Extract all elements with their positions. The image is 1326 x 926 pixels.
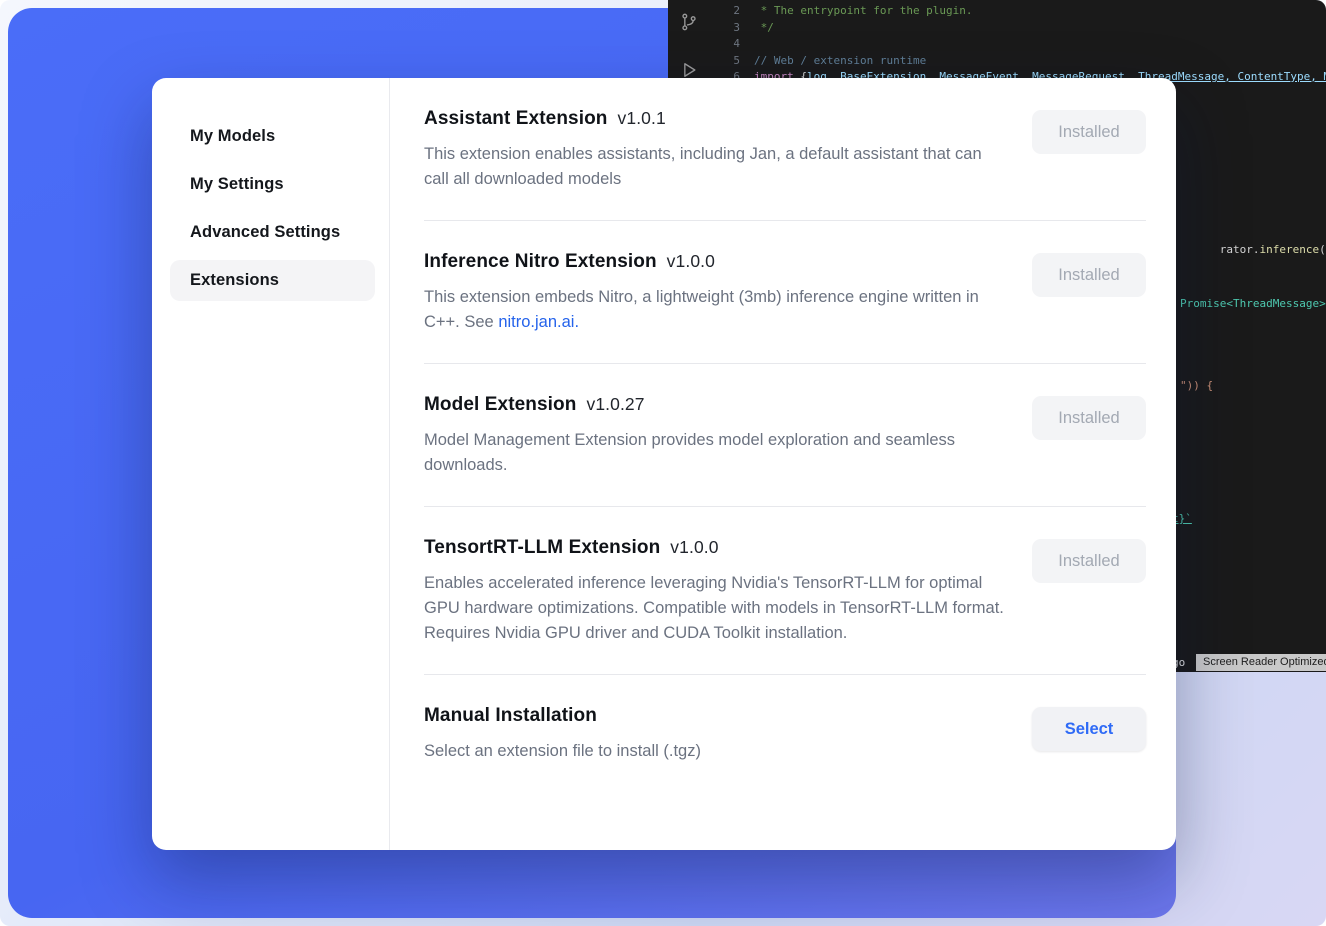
installed-button[interactable]: Installed (1032, 253, 1146, 297)
code-text: // Web / extension runtime (754, 53, 926, 70)
extension-title: Inference Nitro Extension v1.0.0 (424, 251, 1006, 273)
code-text: (data)); (1319, 243, 1326, 256)
manual-installation-title: Manual Installation (424, 705, 701, 727)
code-line: 5 // Web / extension runtime (710, 53, 1326, 70)
line-number: 5 (710, 53, 740, 70)
settings-modal: My Models My Settings Advanced Settings … (152, 78, 1176, 850)
code-fragment: Promise<ThreadMessage> (1180, 297, 1326, 310)
screenshot-canvas: 2 * The entrypoint for the plugin. 3 */ … (0, 0, 1326, 926)
line-number: 3 (710, 20, 740, 37)
extension-description: Model Management Extension provides mode… (424, 428, 1006, 478)
extension-info: TensortRT-LLM Extension v1.0.0 Enables ac… (424, 537, 1006, 646)
extension-title: Model Extension v1.0.27 (424, 394, 1006, 416)
extension-title: Assistant Extension v1.0.1 (424, 108, 1006, 130)
select-file-button[interactable]: Select (1032, 707, 1146, 751)
code-line: 3 */ (710, 20, 1326, 37)
extension-description: This extension embeds Nitro, a lightweig… (424, 285, 1006, 335)
line-number: 2 (710, 3, 740, 20)
code-line: 4 (710, 36, 1326, 53)
sidebar-item-advanced-settings[interactable]: Advanced Settings (170, 212, 375, 253)
extension-version: v1.0.0 (670, 537, 718, 557)
extension-row-nitro: Inference Nitro Extension v1.0.0 This ext… (424, 221, 1146, 364)
extension-description: Enables accelerated inference leveraging… (424, 571, 1006, 646)
sidebar-item-extensions[interactable]: Extensions (170, 260, 375, 301)
nitro-jan-ai-link[interactable]: nitro.jan.ai. (498, 313, 579, 331)
extension-name: TensortRT-LLM Extension (424, 537, 660, 558)
extension-version: v1.0.1 (618, 108, 666, 128)
extension-version: v1.0.0 (667, 251, 715, 271)
git-branch-icon[interactable] (679, 12, 699, 32)
extension-info: Model Extension v1.0.27 Model Management … (424, 394, 1006, 478)
manual-installation-row: Manual Installation Select an extension … (424, 675, 1146, 792)
code-fragment: ")) { (1180, 379, 1213, 392)
code-text: */ (754, 20, 774, 37)
code-line: 2 * The entrypoint for the plugin. (710, 3, 1326, 20)
manual-installation-description: Select an extension file to install (.tg… (424, 739, 701, 764)
editor-code-lines: 2 * The entrypoint for the plugin. 3 */ … (710, 3, 1326, 86)
extension-row-assistant: Assistant Extension v1.0.1 This extension… (424, 78, 1146, 221)
screen-reader-optimized-badge[interactable]: Screen Reader Optimized (1196, 654, 1326, 671)
extension-info: Assistant Extension v1.0.1 This extension… (424, 108, 1006, 192)
extension-description: This extension enables assistants, inclu… (424, 142, 1006, 192)
extension-title: TensortRT-LLM Extension v1.0.0 (424, 537, 1006, 559)
extension-version: v1.0.27 (586, 394, 644, 414)
settings-sidebar: My Models My Settings Advanced Settings … (152, 78, 390, 850)
installed-button[interactable]: Installed (1032, 539, 1146, 583)
line-number: 4 (710, 36, 740, 53)
extension-name: Inference Nitro Extension (424, 251, 657, 272)
code-fragment: rator.inference(data)); (1180, 230, 1326, 269)
run-play-icon[interactable] (679, 60, 699, 80)
code-text: inference (1260, 243, 1320, 256)
extension-name: Model Extension (424, 394, 576, 415)
extensions-list: Assistant Extension v1.0.1 This extension… (390, 78, 1176, 850)
sidebar-item-my-models[interactable]: My Models (170, 116, 375, 157)
extension-info: Inference Nitro Extension v1.0.0 This ext… (424, 251, 1006, 335)
sidebar-item-my-settings[interactable]: My Settings (170, 164, 375, 205)
extension-name: Assistant Extension (424, 108, 608, 129)
extension-row-tensorrt: TensortRT-LLM Extension v1.0.0 Enables ac… (424, 507, 1146, 675)
installed-button[interactable]: Installed (1032, 110, 1146, 154)
code-text: * The entrypoint for the plugin. (754, 3, 973, 20)
extension-row-model: Model Extension v1.0.27 Model Management … (424, 364, 1146, 507)
code-text: rator. (1220, 243, 1260, 256)
installed-button[interactable]: Installed (1032, 396, 1146, 440)
manual-installation-info: Manual Installation Select an extension … (424, 705, 701, 764)
